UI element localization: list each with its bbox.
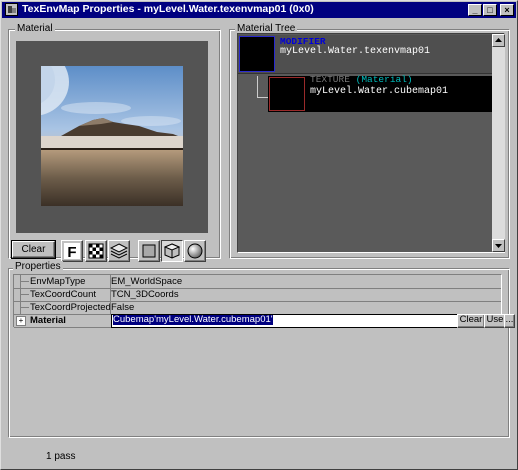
title-bar[interactable]: TexEnvMap Properties - myLevel.Water.tex… (2, 2, 516, 18)
scroll-down-button[interactable] (492, 239, 505, 252)
property-name: TexCoordProjected (30, 302, 111, 313)
app-icon (5, 3, 18, 16)
property-row-material[interactable]: + Material Cubemap'myLevel.Water.cubemap… (14, 314, 515, 328)
minimize-button[interactable]: _ (468, 4, 482, 16)
material-use-button[interactable]: Use (484, 314, 506, 328)
clear-material-button[interactable]: Clear (11, 240, 56, 259)
arrow-up-icon (495, 38, 502, 42)
property-value[interactable]: EM_WorldSpace (111, 275, 182, 288)
arrow-down-icon (495, 244, 502, 248)
plane-icon (142, 244, 156, 258)
maximize-button[interactable]: □ (483, 4, 497, 16)
bold-f-button[interactable]: F (61, 240, 83, 262)
status-text: 1 pass (46, 451, 76, 462)
bold-f-icon: F (64, 243, 80, 261)
tree-stub (20, 281, 29, 282)
material-browse-button[interactable]: ... (504, 314, 515, 328)
texture-thumbnail (269, 77, 305, 111)
modifier-thumbnail (239, 36, 275, 72)
texture-name: myLevel.Water.cubemap01 (310, 86, 449, 97)
scroll-up-button[interactable] (492, 34, 505, 47)
tree-stub (20, 307, 29, 308)
property-row-texcoordcount[interactable]: TexCoordCount TCN_3DCoords (14, 288, 501, 302)
close-icon: × (504, 5, 510, 15)
tree-scrollbar[interactable] (492, 34, 505, 252)
tree-connector-branch (257, 97, 268, 98)
layers-icon (109, 243, 129, 259)
tree-connector (257, 76, 258, 98)
material-preview-image (41, 66, 183, 206)
tree-stub (20, 294, 29, 295)
sphere-icon (187, 243, 203, 259)
close-button[interactable]: × (500, 4, 514, 16)
properties-label: Properties (13, 261, 63, 272)
checker-button[interactable] (85, 240, 107, 262)
property-grid: EnvMapType EM_WorldSpace TexCoordCount T… (13, 274, 515, 328)
maximize-icon: □ (487, 5, 493, 15)
property-row-texcoordprojected[interactable]: TexCoordProjected False (14, 301, 501, 315)
plane-preview-button[interactable] (138, 240, 160, 262)
property-name: TexCoordCount (30, 289, 97, 300)
texture-kind-label: TEXTURE (Material) (310, 74, 413, 85)
texture-kind: TEXTURE (310, 74, 350, 85)
modifier-name: myLevel.Water.texenvmap01 (280, 46, 431, 57)
property-value[interactable]: TCN_3DCoords (111, 288, 179, 301)
property-name: EnvMapType (30, 276, 86, 287)
cube-icon (163, 243, 181, 259)
sphere-preview-button[interactable] (184, 240, 206, 262)
material-value-field[interactable]: Cubemap'myLevel.Water.cubemap01' (111, 314, 459, 328)
property-name: Material (30, 315, 66, 326)
checker-icon (88, 243, 104, 259)
cube-preview-button[interactable] (161, 240, 183, 262)
layers-button[interactable] (108, 240, 130, 262)
property-row-envmaptype[interactable]: EnvMapType EM_WorldSpace (14, 275, 501, 289)
window-title: TexEnvMap Properties - myLevel.Water.tex… (22, 3, 314, 15)
material-value-text: Cubemap'myLevel.Water.cubemap01' (113, 314, 273, 325)
texture-kind-suffix: (Material) (355, 74, 413, 85)
svg-text:F: F (67, 244, 76, 261)
property-value[interactable]: False (111, 301, 134, 314)
material-clear-button[interactable]: Clear (457, 314, 485, 328)
material-group-label: Material (15, 23, 55, 34)
expand-icon[interactable]: + (16, 316, 26, 326)
minimize-icon: _ (472, 5, 478, 15)
